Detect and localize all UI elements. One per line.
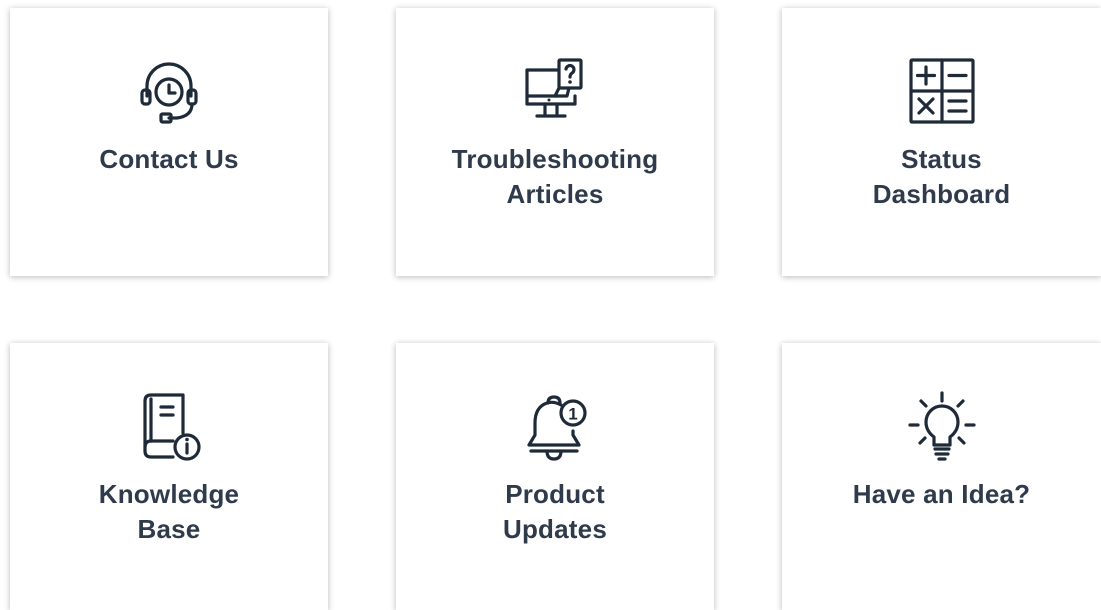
book-info-icon bbox=[133, 391, 205, 463]
troubleshooting-articles-label: Troubleshooting Articles bbox=[451, 144, 659, 209]
status-dashboard-card[interactable]: Status Dashboard bbox=[782, 8, 1101, 276]
knowledge-base-label: Knowledge Base bbox=[98, 479, 240, 544]
notification-badge: 1 bbox=[568, 405, 577, 424]
bell-notification-icon: 1 bbox=[519, 391, 591, 463]
contact-us-label: Contact Us bbox=[99, 144, 239, 174]
product-updates-card[interactable]: 1 Product Updates bbox=[396, 343, 714, 610]
contact-us-card[interactable]: Contact Us bbox=[10, 8, 328, 276]
lightbulb-icon bbox=[906, 391, 978, 463]
product-updates-label: Product Updates bbox=[503, 479, 607, 544]
calculator-icon bbox=[906, 56, 978, 128]
monitor-question-icon bbox=[519, 56, 591, 128]
troubleshooting-articles-card[interactable]: Troubleshooting Articles bbox=[396, 8, 714, 276]
headset-clock-icon bbox=[133, 56, 205, 128]
knowledge-base-card[interactable]: Knowledge Base bbox=[10, 343, 328, 610]
support-tiles-grid: Contact Us Troubleshooting Articles Stat… bbox=[0, 0, 1101, 610]
have-an-idea-label: Have an Idea? bbox=[852, 479, 1031, 509]
have-an-idea-card[interactable]: Have an Idea? bbox=[782, 343, 1101, 610]
status-dashboard-label: Status Dashboard bbox=[872, 144, 1011, 209]
